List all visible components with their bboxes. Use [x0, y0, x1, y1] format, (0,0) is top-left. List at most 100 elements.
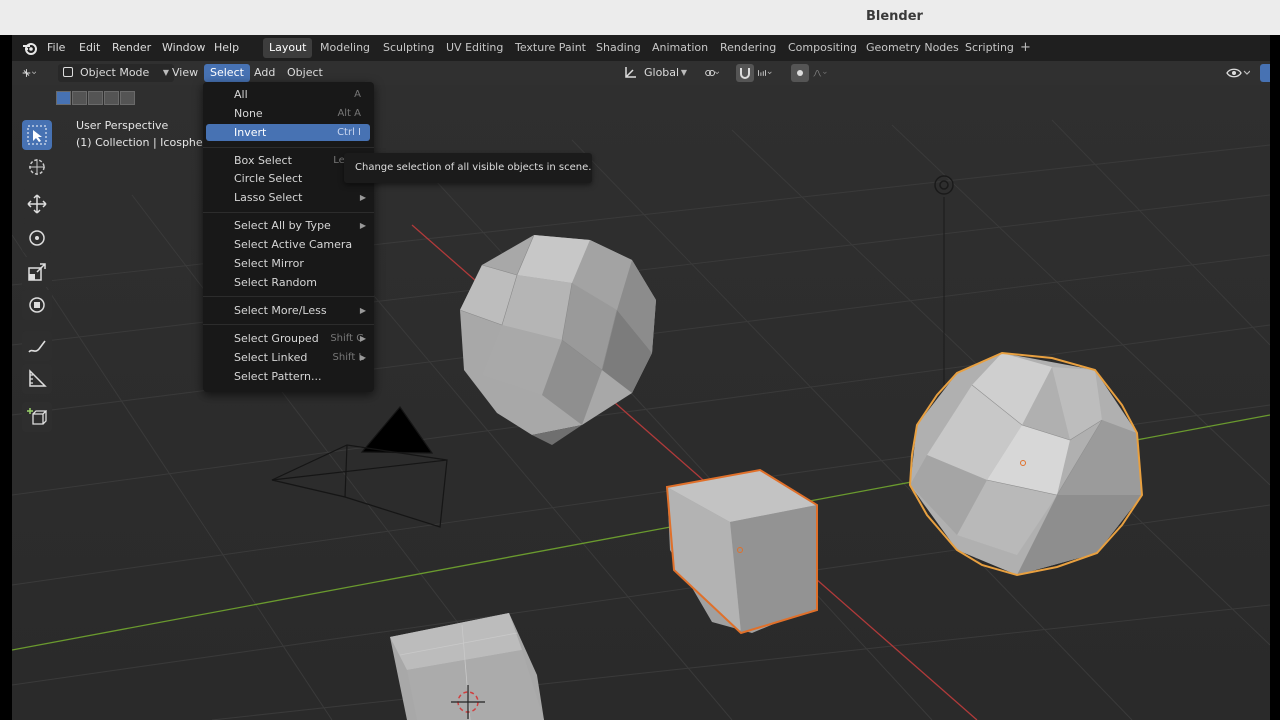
submenu-arrow-icon: ▶: [359, 221, 366, 230]
tool-measure[interactable]: [22, 364, 52, 394]
tab-rendering[interactable]: Rendering: [714, 38, 782, 58]
tooltip-text: Change selection of all visible objects …: [355, 162, 592, 173]
tab-texture-paint[interactable]: Texture Paint: [509, 38, 592, 58]
proportional-edit-toggle[interactable]: [791, 64, 809, 82]
measure-ruler-icon: [29, 369, 47, 387]
annotate-pencil-icon: [28, 340, 46, 353]
tab-shading[interactable]: Shading: [590, 38, 647, 58]
tooltip: Change selection of all visible objects …: [344, 153, 592, 183]
menu-item-label: Invert: [234, 126, 267, 139]
menu-item-label: Box Select: [234, 154, 292, 167]
menu-item-select-mirror[interactable]: Select Mirror: [206, 255, 370, 272]
menu-item-select-all[interactable]: All A: [206, 86, 370, 103]
menu-item-label: None: [234, 107, 263, 120]
falloff-curve-icon[interactable]: [813, 66, 827, 80]
menu-item-label: Select Mirror: [234, 257, 304, 270]
snap-target-icon[interactable]: [758, 66, 772, 80]
cursor-arrow-icon: [27, 125, 47, 145]
gizmo-toggle[interactable]: [1260, 64, 1270, 82]
menu-file[interactable]: File: [47, 41, 65, 54]
menu-item-select-grouped[interactable]: Select Grouped Shift G ▶: [206, 330, 370, 347]
menu-separator: [203, 212, 374, 213]
menu-edit[interactable]: Edit: [79, 41, 100, 54]
menu-item-label: Select Linked: [234, 351, 308, 364]
active-object-label: (1) Collection | Icosphere.0: [76, 136, 225, 149]
object-mode-dropdown[interactable]: Object Mode ▼: [58, 64, 174, 82]
shortcut-label: A: [354, 89, 361, 100]
3d-viewport[interactable]: User Perspective (1) Collection | Icosph…: [12, 85, 1270, 720]
tab-geometry-nodes[interactable]: Geometry Nodes: [860, 38, 965, 58]
menu-item-select-pattern[interactable]: Select Pattern...: [206, 368, 370, 385]
rotate-icon: [29, 230, 45, 246]
menu-item-label: Select Pattern...: [234, 370, 322, 383]
tool-rotate[interactable]: [22, 223, 52, 253]
menu-item-label: All: [234, 88, 248, 101]
menu-help[interactable]: Help: [214, 41, 239, 54]
shortcut-label: Ctrl I: [337, 127, 361, 138]
selection-mode-difference[interactable]: [104, 91, 119, 105]
menu-render[interactable]: Render: [112, 41, 151, 54]
object-menu[interactable]: Object: [281, 64, 329, 82]
tool-add-cube[interactable]: [22, 402, 52, 432]
tab-scripting[interactable]: Scripting: [959, 38, 1020, 58]
tab-modeling[interactable]: Modeling: [314, 38, 376, 58]
orientation-label: Global: [644, 66, 680, 79]
selection-mode-intersect[interactable]: [120, 91, 135, 105]
visibility-eye-icon[interactable]: [1226, 66, 1250, 80]
tab-uv-editing[interactable]: UV Editing: [440, 38, 509, 58]
submenu-arrow-icon: ▶: [359, 334, 366, 343]
viewport-scene[interactable]: [12, 85, 1270, 720]
transform-icon: [29, 297, 45, 313]
tab-compositing[interactable]: Compositing: [782, 38, 863, 58]
menu-item-select-random[interactable]: Select Random: [206, 274, 370, 291]
submenu-arrow-icon: ▶: [359, 353, 366, 362]
selection-mode-subtract[interactable]: [88, 91, 103, 105]
transform-orientation-icon: [625, 67, 636, 78]
object-mode-label: Object Mode: [80, 66, 150, 79]
view-perspective-label: User Perspective: [76, 119, 169, 132]
top-bar: File Edit Render Window Help Layout Mode…: [12, 35, 1270, 61]
magnet-icon: [740, 68, 750, 79]
menu-item-lasso-select[interactable]: Lasso Select ▶: [206, 189, 370, 206]
editor-type-icon[interactable]: [22, 66, 36, 80]
scale-icon: [28, 263, 46, 281]
tab-layout[interactable]: Layout: [263, 38, 313, 58]
add-workspace-button[interactable]: +: [1020, 40, 1031, 55]
submenu-arrow-icon: ▶: [359, 306, 366, 315]
menu-item-select-invert[interactable]: Invert Ctrl I: [206, 124, 370, 141]
tool-annotate[interactable]: [22, 331, 52, 361]
select-dropdown-menu: All A None Alt A Invert Ctrl I Box Selec…: [203, 82, 374, 392]
window-titlebar: Blender: [0, 0, 1280, 35]
menu-item-select-linked[interactable]: Select Linked Shift L ▶: [206, 349, 370, 366]
snap-toggle[interactable]: [736, 64, 754, 82]
orientation-dropdown[interactable]: Global ▼: [638, 64, 692, 82]
blender-logo-icon[interactable]: [22, 40, 38, 56]
pivot-point-icon[interactable]: [705, 66, 719, 80]
tab-animation[interactable]: Animation: [646, 38, 714, 58]
menu-item-label: Select All by Type: [234, 219, 331, 232]
tool-cursor[interactable]: [22, 152, 52, 182]
shortcut-label: Alt A: [337, 108, 361, 119]
selection-mode-set[interactable]: [56, 91, 71, 105]
menu-item-select-active-camera[interactable]: Select Active Camera: [206, 236, 370, 253]
view-menu[interactable]: View: [166, 64, 204, 82]
move-arrows-icon: [27, 194, 47, 214]
menu-item-select-more-less[interactable]: Select More/Less ▶: [206, 302, 370, 319]
tool-scale[interactable]: [22, 257, 52, 287]
tool-transform[interactable]: [22, 290, 52, 320]
add-menu[interactable]: Add: [248, 64, 281, 82]
menu-item-select-none[interactable]: None Alt A: [206, 105, 370, 122]
menu-item-label: Select Grouped: [234, 332, 319, 345]
tool-select[interactable]: [22, 120, 52, 150]
tool-move[interactable]: [22, 189, 52, 219]
selection-mode-extend[interactable]: [72, 91, 87, 105]
menu-item-label: Select Active Camera: [234, 238, 353, 251]
select-menu[interactable]: Select: [204, 64, 250, 82]
menu-separator: [203, 147, 374, 148]
menu-item-label: Lasso Select: [234, 191, 303, 204]
menu-item-label: Circle Select: [234, 172, 303, 185]
menu-window[interactable]: Window: [162, 41, 205, 54]
tab-sculpting[interactable]: Sculpting: [377, 38, 440, 58]
viewport-header: Object Mode ▼ View Select Add Object Glo…: [12, 61, 1270, 85]
menu-item-select-all-by-type[interactable]: Select All by Type ▶: [206, 217, 370, 234]
